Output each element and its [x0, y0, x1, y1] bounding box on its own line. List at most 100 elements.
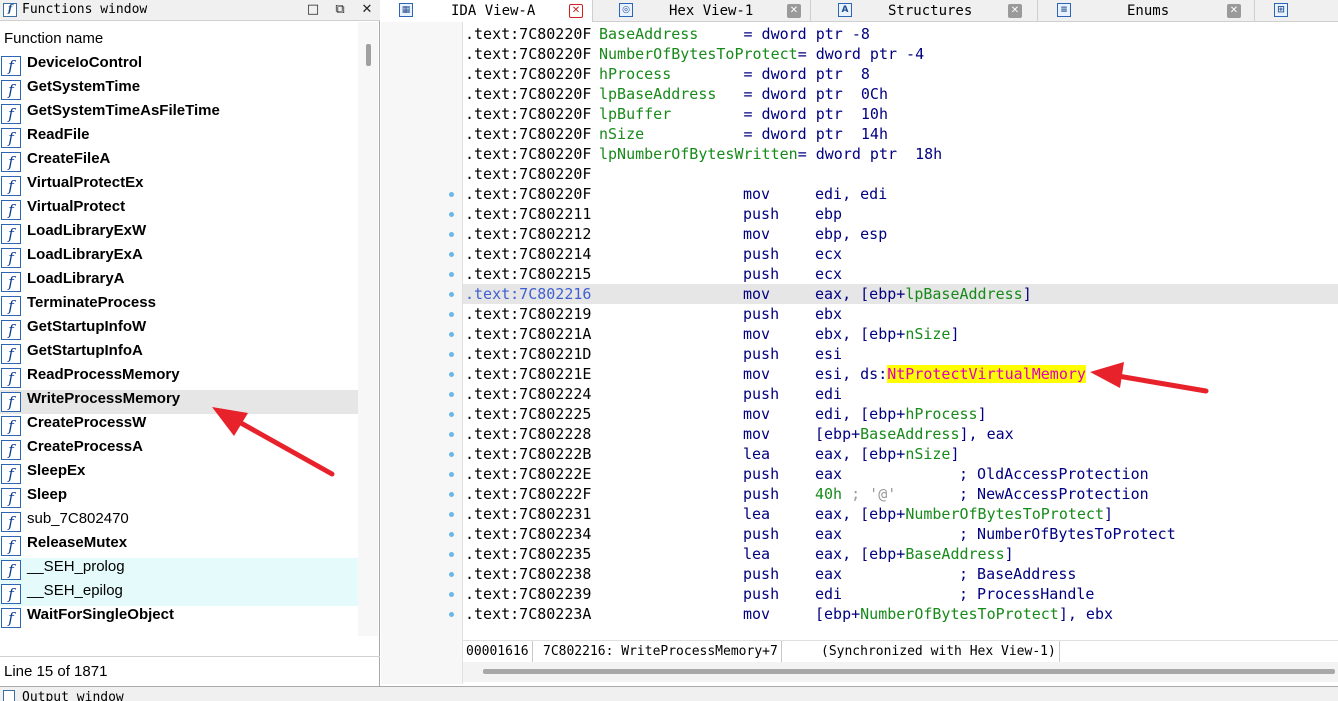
breakpoint-dot[interactable]: [449, 392, 454, 397]
disasm-line[interactable]: .text:7C802225 mov edi, [ebp+hProcess]: [463, 404, 1338, 424]
function-list-item[interactable]: f ReadProcessMemory: [0, 366, 358, 390]
function-list-item[interactable]: f __SEH_epilog: [0, 582, 358, 606]
functions-vertical-scrollbar[interactable]: [358, 22, 378, 636]
breakpoint-column[interactable]: [445, 22, 459, 622]
function-list-item[interactable]: f CreateProcessA: [0, 438, 358, 462]
close-tab-icon[interactable]: ✕: [1227, 4, 1241, 18]
breakpoint-dot[interactable]: [449, 212, 454, 217]
disasm-line[interactable]: .text:7C802231 lea eax, [ebp+NumberOfBytes…: [463, 504, 1338, 524]
restore-button[interactable]: ⧉: [331, 1, 349, 19]
tab-hex-view-1[interactable]: ◎ Hex View-1 ✕: [599, 0, 811, 22]
breakpoint-dot[interactable]: [449, 552, 454, 557]
close-button[interactable]: ✕: [358, 1, 376, 19]
disasm-line[interactable]: .text:7C80220F mov edi, edi: [463, 184, 1338, 204]
function-list-item[interactable]: f GetSystemTime: [0, 78, 358, 102]
mnemonic: push: [743, 525, 780, 543]
disasm-line[interactable]: .text:7C802216 mov eax, [ebp+lpBaseAddress…: [463, 284, 1338, 304]
function-icon: f: [1, 296, 21, 316]
close-tab-icon[interactable]: ✕: [569, 4, 583, 18]
disasm-line[interactable]: .text:7C80221D push esi: [463, 344, 1338, 364]
breakpoint-dot[interactable]: [449, 512, 454, 517]
function-name: CreateFileA: [27, 150, 111, 167]
tab-structures[interactable]: A Structures ✕: [826, 0, 1038, 22]
mnemonic: lea: [743, 445, 771, 463]
column-header-function-name[interactable]: Function name: [0, 22, 358, 54]
disasm-line[interactable]: .text:7C80222B lea eax, [ebp+nSize]: [463, 444, 1338, 464]
function-list-item[interactable]: f CreateProcessW: [0, 414, 358, 438]
function-list-item[interactable]: f GetStartupInfoW: [0, 318, 358, 342]
function-list-item[interactable]: f CreateFileA: [0, 150, 358, 174]
breakpoint-dot[interactable]: [449, 372, 454, 377]
disasm-line[interactable]: .text:7C80221E mov esi, ds:NtProtectVirtua…: [463, 364, 1338, 384]
breakpoint-dot[interactable]: [449, 532, 454, 537]
breakpoint-dot[interactable]: [449, 352, 454, 357]
disasm-line[interactable]: .text:7C802211 push ebp: [463, 204, 1338, 224]
disasm-line[interactable]: .text:7C80220F nSize = dword ptr 14h: [463, 124, 1338, 144]
function-list-item[interactable]: f sub_7C802470: [0, 510, 358, 534]
tab-ida-view-a[interactable]: ▦ IDA View-A ✕: [381, 0, 593, 22]
function-list-item[interactable]: f LoadLibraryExA: [0, 246, 358, 270]
disasm-line[interactable]: .text:7C80220F hProcess = dword ptr 8: [463, 64, 1338, 84]
close-tab-icon[interactable]: ✕: [1008, 4, 1022, 18]
function-list-item[interactable]: f WaitForSingleObject: [0, 606, 358, 630]
breakpoint-dot[interactable]: [449, 432, 454, 437]
disasm-line[interactable]: .text:7C802224 push edi: [463, 384, 1338, 404]
disasm-line[interactable]: .text:7C802238 push eax ; BaseAddress: [463, 564, 1338, 584]
disasm-line[interactable]: .text:7C802219 push ebx: [463, 304, 1338, 324]
disasm-line[interactable]: .text:7C80220F BaseAddress = dword ptr -8: [463, 24, 1338, 44]
breakpoint-dot[interactable]: [449, 252, 454, 257]
breakpoint-dot[interactable]: [449, 192, 454, 197]
disasm-line[interactable]: .text:7C802235 lea eax, [ebp+BaseAddress]: [463, 544, 1338, 564]
function-list-item[interactable]: f DeviceIoControl: [0, 54, 358, 78]
function-list-item[interactable]: f LoadLibraryA: [0, 270, 358, 294]
ida-horizontal-scrollbar[interactable]: [463, 662, 1338, 682]
breakpoint-dot[interactable]: [449, 292, 454, 297]
disasm-line[interactable]: .text:7C80223A mov [ebp+NumberOfBytesToPro…: [463, 604, 1338, 624]
disasm-line[interactable]: .text:7C80220F lpNumberOfBytesWritten= dw…: [463, 144, 1338, 164]
functions-scrollbar-thumb[interactable]: [366, 44, 371, 66]
function-list-item[interactable]: f VirtualProtectEx: [0, 174, 358, 198]
tab-imports[interactable]: ⊞: [1266, 0, 1338, 22]
breakpoint-dot[interactable]: [449, 492, 454, 497]
disasm-line[interactable]: .text:7C80220F lpBuffer = dword ptr 10h: [463, 104, 1338, 124]
disasm-line[interactable]: .text:7C80220F: [463, 164, 1338, 184]
function-list-item[interactable]: f LoadLibraryExW: [0, 222, 358, 246]
disasm-line[interactable]: .text:7C802215 push ecx: [463, 264, 1338, 284]
function-list-item[interactable]: f __SEH_prolog: [0, 558, 358, 582]
ida-scrollbar-thumb[interactable]: [483, 669, 1335, 674]
disasm-line[interactable]: .text:7C802212 mov ebp, esp: [463, 224, 1338, 244]
breakpoint-dot[interactable]: [449, 612, 454, 617]
disasm-line[interactable]: .text:7C80221A mov ebx, [ebp+nSize]: [463, 324, 1338, 344]
function-list-item[interactable]: f GetStartupInfoA: [0, 342, 358, 366]
function-list-item[interactable]: f VirtualProtect: [0, 198, 358, 222]
breakpoint-dot[interactable]: [449, 572, 454, 577]
disasm-line[interactable]: .text:7C80222E push eax ; OldAccessProtecti…: [463, 464, 1338, 484]
ida-disassembly-view[interactable]: .text:7C80220F BaseAddress = dword ptr -8…: [463, 22, 1338, 640]
breakpoint-dot[interactable]: [449, 312, 454, 317]
tab-enums[interactable]: ≡ Enums ✕: [1043, 0, 1255, 22]
function-list-item[interactable]: f ReleaseMutex: [0, 534, 358, 558]
disasm-line[interactable]: .text:7C802228 mov [ebp+BaseAddress], eax: [463, 424, 1338, 444]
breakpoint-dot[interactable]: [449, 412, 454, 417]
breakpoint-dot[interactable]: [449, 332, 454, 337]
breakpoint-dot[interactable]: [449, 472, 454, 477]
function-list-item[interactable]: f WriteProcessMemory: [0, 390, 358, 414]
disasm-line[interactable]: .text:7C80222F push 40h ; '@' ; NewAccessPr…: [463, 484, 1338, 504]
breakpoint-dot[interactable]: [449, 232, 454, 237]
disasm-line[interactable]: .text:7C802234 push eax ; NumberOfBytesToPr…: [463, 524, 1338, 544]
disasm-line[interactable]: .text:7C80220F lpBaseAddress = dword ptr …: [463, 84, 1338, 104]
function-list-item[interactable]: f Sleep: [0, 486, 358, 510]
breakpoint-dot[interactable]: [449, 452, 454, 457]
minimize-button[interactable]: □: [304, 1, 322, 19]
disasm-line[interactable]: .text:7C80220F NumberOfBytesToProtect= dw…: [463, 44, 1338, 64]
close-tab-icon[interactable]: ✕: [787, 4, 801, 18]
breakpoint-dot[interactable]: [449, 592, 454, 597]
disasm-line[interactable]: .text:7C802239 push edi ; ProcessHandle: [463, 584, 1338, 604]
function-list-item[interactable]: f ReadFile: [0, 126, 358, 150]
function-list-item[interactable]: f GetSystemTimeAsFileTime: [0, 102, 358, 126]
status-location: 7C802216: WriteProcessMemory+7: [540, 641, 782, 663]
disasm-line[interactable]: .text:7C802214 push ecx: [463, 244, 1338, 264]
function-list-item[interactable]: f TerminateProcess: [0, 294, 358, 318]
function-list-item[interactable]: f SleepEx: [0, 462, 358, 486]
breakpoint-dot[interactable]: [449, 272, 454, 277]
